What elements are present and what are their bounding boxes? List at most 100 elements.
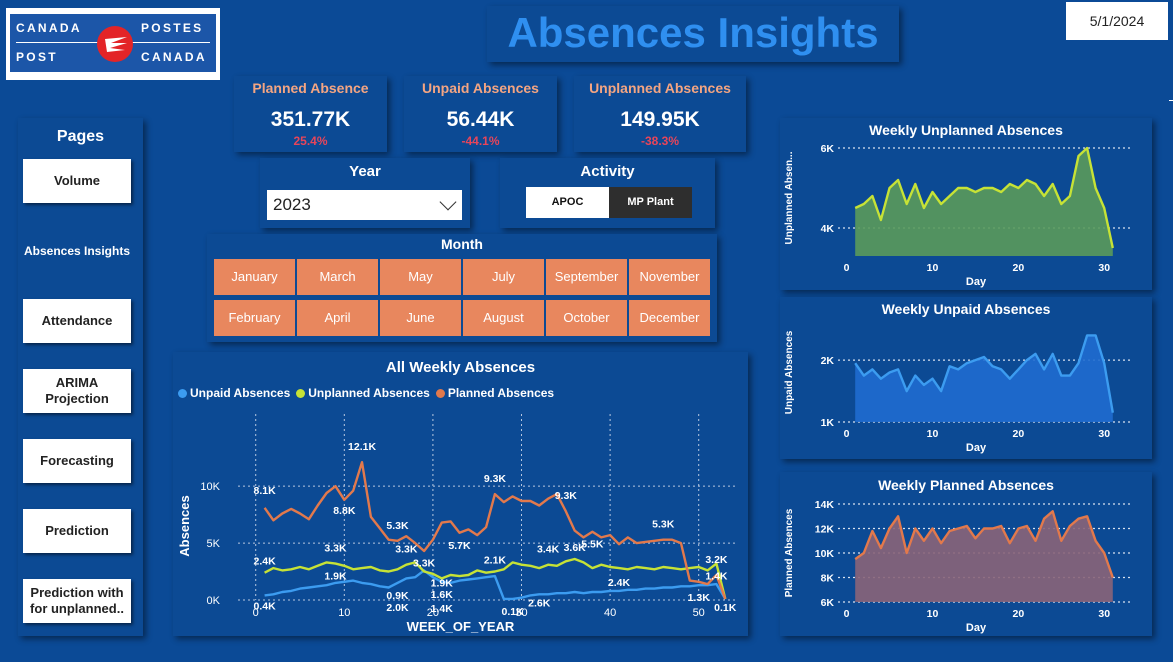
- x-axis-title: Day: [966, 276, 987, 288]
- y-tick-label: 14K: [815, 499, 835, 511]
- nav-button-attendance[interactable]: Attendance: [23, 299, 131, 343]
- month-button-october[interactable]: October: [546, 300, 627, 336]
- month-button-june[interactable]: June: [380, 300, 461, 336]
- kpi-label: Planned Absence: [252, 80, 369, 96]
- edge-marker: [1169, 100, 1173, 101]
- data-label: 9.3K: [484, 473, 507, 485]
- x-tick-label: 10: [927, 428, 939, 440]
- nav-button-absences-insights[interactable]: Absences Insights: [23, 229, 131, 273]
- kpi-card-unplanned: Unplanned Absences 149.95K -38.3%: [574, 76, 746, 152]
- data-label: 3.2K: [705, 554, 728, 566]
- weekly-unplanned-chart: 4K 6K 0 10 20 30 Day Unplanned Absen...: [784, 143, 1130, 288]
- page-title: Absences Insights: [507, 9, 879, 56]
- x-tick-label: 20: [1013, 262, 1025, 274]
- data-label: 0.4K: [253, 600, 276, 612]
- month-button-august[interactable]: August: [463, 300, 544, 336]
- y-tick-label: 6K: [821, 143, 835, 155]
- x-tick-label: 30: [1098, 428, 1110, 440]
- y-tick-label: 10K: [200, 481, 220, 493]
- month-button-may[interactable]: May: [380, 259, 461, 295]
- month-button-december[interactable]: December: [629, 300, 710, 336]
- kpi-delta: 25.4%: [293, 134, 328, 148]
- data-label: 1.4K: [431, 603, 454, 615]
- x-tick-label: 0: [844, 608, 850, 620]
- nav-button-prediction-unplanned[interactable]: Prediction with for unplanned..: [23, 579, 131, 623]
- month-button-september[interactable]: September: [546, 259, 627, 295]
- x-tick-label: 0: [844, 428, 850, 440]
- kpi-delta: -38.3%: [640, 134, 680, 148]
- activity-option-mp-plant[interactable]: MP Plant: [609, 187, 692, 218]
- nav-button-volume[interactable]: Volume: [23, 159, 131, 203]
- data-label: 5.7K: [448, 540, 471, 552]
- y-tick-label: 10K: [815, 548, 835, 560]
- x-tick-label: 10: [927, 608, 939, 620]
- page-title-box: Absences Insights: [487, 6, 899, 62]
- data-label: 3.3K: [324, 543, 347, 555]
- kpi-card-unpaid: Unpaid Absences 56.44K -44.1%: [404, 76, 557, 152]
- canada-post-logo: CANADA POSTES POST CANADA: [6, 8, 220, 80]
- y-tick-label: 6K: [821, 597, 835, 609]
- data-label: 8.1K: [253, 485, 276, 497]
- month-button-april[interactable]: April: [297, 300, 378, 336]
- weekly-unpaid-chart: 1K 2K 0 10 20 30 Day Unpaid Absences: [784, 330, 1130, 454]
- date-display: 5/1/2024: [1066, 2, 1168, 40]
- pages-title: Pages: [56, 128, 105, 145]
- kpi-label: Unplanned Absences: [589, 80, 731, 96]
- x-tick-label: 20: [1013, 608, 1025, 620]
- year-dropdown[interactable]: 2023: [267, 190, 462, 220]
- data-label: 2.6K: [528, 597, 551, 609]
- activity-option-apoc[interactable]: APOC: [526, 187, 609, 218]
- nav-button-forecasting[interactable]: Forecasting: [23, 439, 131, 483]
- y-tick-label: 0K: [207, 595, 221, 607]
- logo-text-canada-2: CANADA: [141, 50, 207, 64]
- y-tick-label: 5K: [207, 538, 221, 550]
- data-label: 2.0K: [386, 602, 409, 614]
- y-tick-label: 4K: [821, 223, 835, 235]
- x-axis-title: Day: [966, 442, 987, 454]
- nav-button-arima-projection[interactable]: ARIMA Projection: [23, 369, 131, 413]
- data-label: 0.9K: [386, 590, 409, 602]
- logo-text-postes: POSTES: [141, 21, 204, 35]
- y-axis-title: Planned Absences: [784, 508, 795, 597]
- pages-nav-panel: Pages Volume Absences Insights Attendanc…: [18, 118, 143, 636]
- year-slicer-title: Year: [349, 163, 381, 180]
- data-label: 12.1K: [348, 441, 376, 453]
- kpi-value: 351.77K: [270, 108, 351, 131]
- data-label: 1.3K: [688, 592, 711, 604]
- x-tick-label: 20: [1013, 428, 1025, 440]
- kpi-delta: -44.1%: [461, 134, 500, 148]
- data-label: 0.1K: [502, 606, 525, 618]
- area-fill: [855, 335, 1113, 422]
- area-fill: [855, 511, 1113, 602]
- month-button-november[interactable]: November: [629, 259, 710, 295]
- kpi-label: Unpaid Absences: [422, 80, 539, 96]
- logo-text-canada: CANADA: [16, 21, 82, 35]
- area-fill: [855, 148, 1113, 256]
- kpi-value: 56.44K: [446, 108, 515, 131]
- data-label: 1.6K: [431, 589, 454, 601]
- y-axis-title: Unplanned Absen...: [784, 151, 795, 244]
- eagle-emblem-icon: [97, 26, 133, 62]
- month-button-february[interactable]: February: [214, 300, 295, 336]
- month-button-july[interactable]: July: [463, 259, 544, 295]
- x-axis-title: WEEK_OF_YEAR: [407, 619, 515, 634]
- data-label: 3.6K: [564, 542, 587, 554]
- y-tick-label: 8K: [821, 573, 835, 585]
- month-button-march[interactable]: March: [297, 259, 378, 295]
- y-tick-label: 1K: [821, 417, 835, 429]
- month-slicer-title: Month: [441, 236, 483, 252]
- y-axis-title: Absences: [177, 495, 192, 556]
- data-label: 3.3K: [395, 544, 418, 556]
- x-tick-label: 10: [338, 607, 350, 619]
- data-label: 1.9K: [324, 571, 347, 583]
- data-label: 2.4K: [253, 556, 276, 568]
- kpi-value: 149.95K: [620, 108, 700, 131]
- nav-button-prediction[interactable]: Prediction: [23, 509, 131, 553]
- chevron-down-icon: [439, 193, 457, 211]
- data-label: 2.4K: [608, 577, 631, 589]
- data-label: 5.3K: [386, 520, 409, 532]
- data-label: 0.1K: [714, 602, 737, 614]
- data-label: 8.8K: [333, 505, 356, 517]
- month-button-january[interactable]: January: [214, 259, 295, 295]
- x-axis-title: Day: [966, 622, 987, 634]
